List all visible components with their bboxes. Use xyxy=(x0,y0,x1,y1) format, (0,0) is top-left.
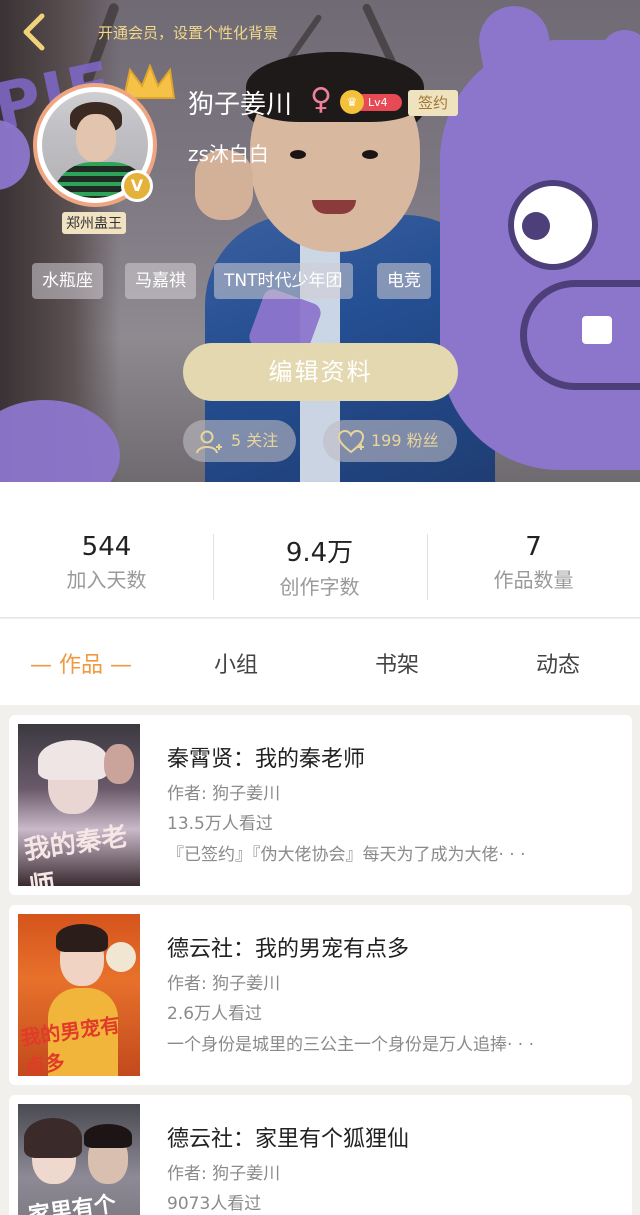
following-button[interactable]: 5 关注 xyxy=(183,420,296,462)
work-author: 作者: 狗子姜川 xyxy=(167,784,281,804)
stat-works-count: 7 作品数量 xyxy=(427,532,640,593)
stat-days-joined: 544 加入天数 xyxy=(0,532,213,593)
stat-value: 7 xyxy=(525,532,542,562)
avatar-face xyxy=(76,114,116,162)
work-cover: 我的秦老师 xyxy=(18,724,140,886)
tag-item[interactable]: 水瓶座 xyxy=(32,263,103,299)
background-monster-tooth xyxy=(582,316,612,344)
cover-hair xyxy=(56,924,108,952)
cover-fan xyxy=(106,942,136,972)
background-monster-mouth xyxy=(520,280,640,390)
cover-title: 我的男宠有点多 xyxy=(19,1012,122,1076)
profile-header-background: PIE 开通会员，设置个性化背景 V 郑州蛊王 狗子姜川 ♀ Lv4 ♛ xyxy=(0,0,640,482)
cover-face xyxy=(104,744,134,784)
edit-profile-button[interactable]: 编辑资料 xyxy=(183,343,458,401)
work-card[interactable]: 我的秦老师 秦霄贤：我的秦老师 作者: 狗子姜川 13.5万人看过 『已签约』『… xyxy=(9,715,632,895)
gender-female-icon: ♀ xyxy=(310,82,332,117)
background-child-eye xyxy=(290,150,306,159)
work-cover: 我的男宠有点多 xyxy=(18,914,140,1076)
work-description: 『已签约』『伪大佬协会』每天为了成为大佬· · · xyxy=(167,845,526,865)
work-card[interactable]: 我的男宠有点多 德云社：我的男宠有点多 作者: 狗子姜川 2.6万人看过 一个身… xyxy=(9,905,632,1085)
level-crown-icon: ♛ xyxy=(340,90,364,114)
chevron-left-icon xyxy=(23,13,45,51)
tag-item[interactable]: 电竞 xyxy=(377,263,431,299)
stat-word-count: 9.4万 创作字数 xyxy=(213,532,426,600)
background-child-eye xyxy=(362,150,378,159)
work-cover: 家里有个 xyxy=(18,1104,140,1215)
stat-label: 加入天数 xyxy=(66,568,147,592)
cover-title: 家里有个 xyxy=(26,1190,118,1215)
background-monster-pupil xyxy=(522,212,550,240)
works-list: 我的秦老师 秦霄贤：我的秦老师 作者: 狗子姜川 13.5万人看过 『已签约』『… xyxy=(0,705,640,1215)
profile-stats: 544 加入天数 9.4万 创作字数 7 作品数量 xyxy=(0,482,640,618)
work-title: 德云社：我的男宠有点多 xyxy=(167,937,410,962)
tab-groups[interactable]: 小组 xyxy=(214,647,258,679)
back-button[interactable] xyxy=(16,10,56,54)
cover-hair xyxy=(24,1118,82,1158)
tab-activity[interactable]: 动态 xyxy=(536,647,580,679)
tag-item[interactable]: 马嘉祺 xyxy=(125,263,196,299)
work-card[interactable]: 家里有个 德云社：家里有个狐狸仙 作者: 狗子姜川 9073人看过 xyxy=(9,1095,632,1215)
heart-icon xyxy=(337,429,365,454)
work-author: 作者: 狗子姜川 xyxy=(167,974,281,994)
work-description: 一个身份是城里的三公主一个身份是万人追捧· · · xyxy=(167,1035,535,1055)
tag-item[interactable]: TNT时代少年团 xyxy=(214,263,353,299)
work-views: 2.6万人看过 xyxy=(167,1004,263,1024)
location-tag: 郑州蛊王 xyxy=(62,212,126,234)
level-badge[interactable]: Lv4 ♛ xyxy=(340,90,404,114)
stat-label: 创作字数 xyxy=(279,575,360,599)
tab-works[interactable]: — 作品 — xyxy=(30,647,132,679)
fans-count: 199 粉丝 xyxy=(371,431,439,450)
profile-tabs: — 作品 — 小组 书架 动态 xyxy=(0,619,640,705)
work-views: 13.5万人看过 xyxy=(167,814,273,834)
verified-badge: V xyxy=(121,170,153,202)
work-title: 德云社：家里有个狐狸仙 xyxy=(167,1127,410,1152)
username: 狗子姜川 xyxy=(188,90,293,120)
cover-hair xyxy=(38,740,108,780)
signed-badge: 签约 xyxy=(408,90,458,116)
stat-label: 作品数量 xyxy=(493,568,574,592)
work-title: 秦霄贤：我的秦老师 xyxy=(167,747,366,772)
following-count: 5 关注 xyxy=(231,431,279,450)
stat-value: 544 xyxy=(81,532,132,562)
stat-value: 9.4万 xyxy=(285,538,354,568)
add-user-icon xyxy=(196,430,222,454)
vip-background-tip[interactable]: 开通会员，设置个性化背景 xyxy=(98,22,278,43)
bio-text: zs沐白白 xyxy=(188,142,269,166)
tab-bookshelf[interactable]: 书架 xyxy=(375,647,419,679)
fans-button[interactable]: 199 粉丝 xyxy=(323,420,457,462)
work-author: 作者: 狗子姜川 xyxy=(167,1164,281,1184)
cover-title: 我的秦老师 xyxy=(22,821,130,886)
cover-hair xyxy=(84,1124,132,1148)
work-views: 9073人看过 xyxy=(167,1194,262,1214)
